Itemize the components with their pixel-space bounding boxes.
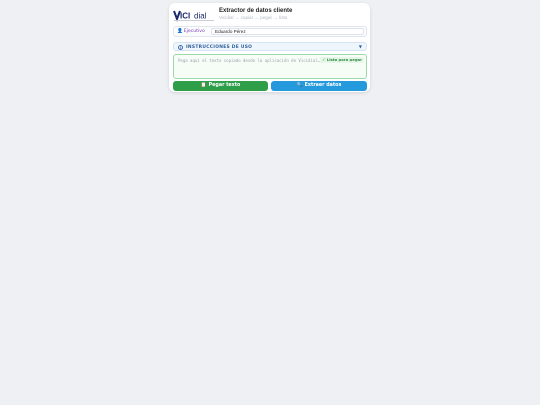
- check-icon: ✓: [322, 57, 326, 62]
- header: ICI dial Extractor de datos cliente Vici…: [173, 7, 367, 23]
- svg-text:dial: dial: [194, 12, 207, 21]
- agent-label-text: Ejecutivo: [183, 29, 205, 34]
- person-icon: 👤: [177, 29, 183, 34]
- agent-name-field[interactable]: Eduardo Pérez: [211, 28, 364, 35]
- info-icon: i: [178, 44, 183, 50]
- ready-badge-text: Listo para pegar: [326, 57, 362, 62]
- clipboard-icon: 📋: [200, 83, 207, 88]
- instructions-toggle[interactable]: i INSTRUCCIONES DE USO ▼: [173, 42, 367, 51]
- page-title: Extractor de datos cliente: [219, 8, 293, 14]
- chevron-down-icon: ▼: [358, 44, 362, 49]
- ready-badge: ✓ Listo para pegar: [320, 57, 364, 63]
- search-icon: 🔍: [296, 83, 303, 88]
- vicidial-logo: ICI dial: [173, 8, 215, 22]
- extract-data-button[interactable]: 🔍 Extraer datos: [271, 81, 367, 91]
- page-subtitle: Vicidial → copiar → pegar → listo: [219, 15, 288, 20]
- paste-textarea[interactable]: Pega aquí el texto copiado desde la apli…: [173, 54, 367, 79]
- paste-text-button[interactable]: 📋 Pegar texto: [173, 81, 268, 91]
- instructions-label: INSTRUCCIONES DE USO: [186, 44, 253, 50]
- svg-text:ICI: ICI: [180, 12, 190, 21]
- paste-button-label: Pegar texto: [208, 83, 241, 88]
- title-block: Extractor de datos cliente Vicidial → co…: [219, 7, 292, 21]
- agent-row: 👤Ejecutivo Eduardo Pérez: [173, 26, 367, 37]
- extractor-card: ICI dial Extractor de datos cliente Vici…: [169, 3, 370, 92]
- extract-button-label: Extraer datos: [304, 83, 342, 88]
- agent-label: 👤Ejecutivo: [177, 29, 205, 35]
- paste-placeholder: Pega aquí el texto copiado desde la apli…: [178, 58, 321, 63]
